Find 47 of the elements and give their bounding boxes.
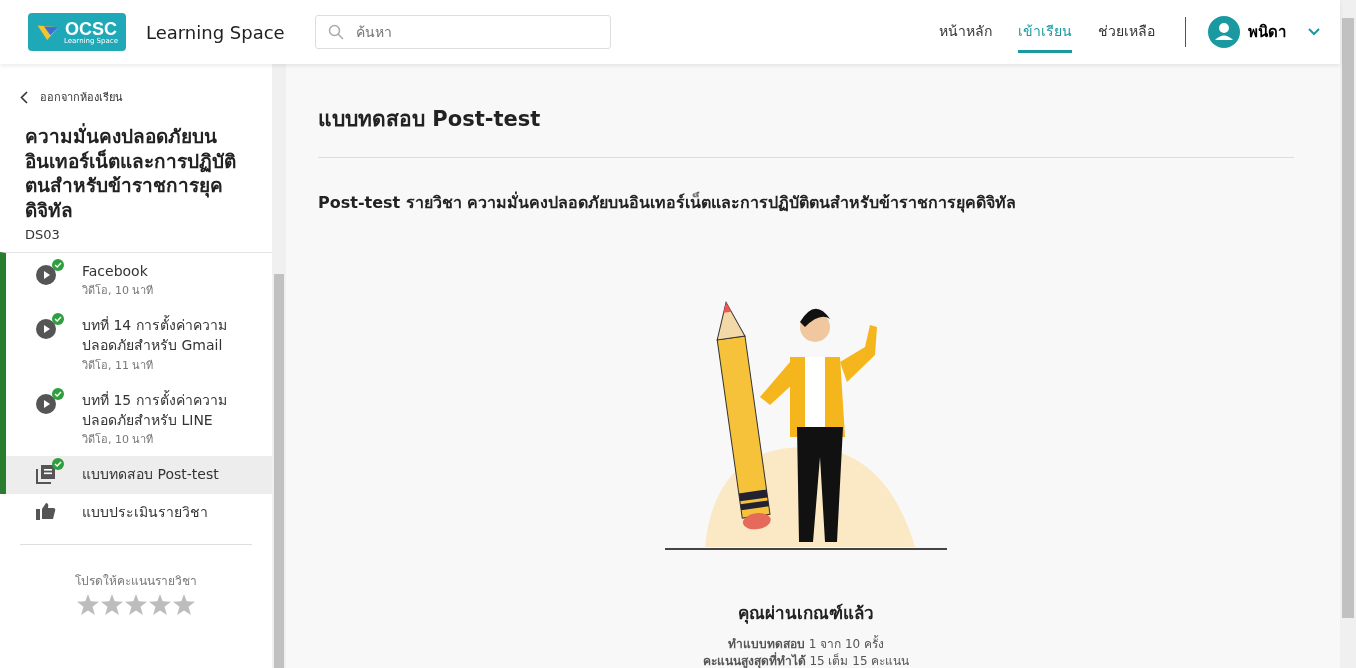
thumbs-up-icon bbox=[36, 502, 56, 521]
document-icon bbox=[36, 464, 56, 485]
lesson-title: แบบประเมินรายวิชา bbox=[82, 503, 208, 523]
lesson-title: บทที่ 14 การตั้งค่าความปลอดภัยสำหรับ Gmail bbox=[82, 315, 228, 356]
lesson-title: แบบทดสอบ Post-test bbox=[82, 465, 219, 485]
search-icon bbox=[327, 24, 344, 40]
chevron-left-icon bbox=[20, 90, 28, 104]
check-icon bbox=[52, 387, 64, 400]
sidebar-scrollbar[interactable] bbox=[272, 64, 286, 668]
course-code: DS03 bbox=[25, 226, 61, 242]
lesson-meta: วิดีโอ, 10 นาที bbox=[82, 283, 154, 300]
star-rating[interactable] bbox=[77, 594, 195, 616]
nav-link[interactable]: ช่วยเหลือ bbox=[1098, 11, 1155, 53]
lesson-title: Facebook bbox=[82, 261, 149, 281]
avatar-icon bbox=[1208, 16, 1240, 48]
result-line: คะแนนสูงสุดที่ทำได้ 15 เต็ม 15 คะแนน bbox=[702, 652, 910, 668]
play-icon bbox=[36, 393, 56, 414]
back-link[interactable]: ออกจากห้องเรียน bbox=[20, 88, 252, 106]
rating-prompt: โปรดให้คะแนนรายวิชา bbox=[75, 573, 197, 591]
lesson-item[interactable]: แบบทดสอบ Post-test bbox=[0, 456, 272, 495]
result-line: ทำแบบทดสอบ 1 จาก 10 ครั้ง bbox=[727, 636, 885, 652]
lesson-item[interactable]: แบบประเมินรายวิชา bbox=[0, 494, 272, 533]
course-title: ความมั่นคงปลอดภัยบนอินเทอร์เน็ตและการปฏิบัติตนสำหรับข้าราชการยุคดิจิทัล bbox=[25, 124, 237, 223]
lesson-meta: วิดีโอ, 11 นาที bbox=[82, 357, 155, 374]
check-icon bbox=[52, 313, 64, 326]
check-icon bbox=[52, 458, 64, 471]
star-icon[interactable] bbox=[173, 594, 195, 616]
play-icon bbox=[36, 264, 56, 285]
quiz-subtitle: Post-test รายวิชา ความมั่นคงปลอดภัยบนอินเทอร์เน็ตและการปฏิบัติตนสำหรับข้าราชการยุคดิจิทัล bbox=[318, 190, 1018, 215]
check-icon bbox=[52, 258, 64, 271]
page-title: แบบทดสอบ Post-test bbox=[318, 106, 542, 133]
lesson-title: บทที่ 15 การตั้งค่าความปลอดภัยสำหรับ LINE bbox=[82, 389, 228, 430]
nav-link[interactable]: หน้าหลัก bbox=[939, 11, 992, 53]
search-field[interactable]: ค้นหา bbox=[314, 15, 611, 49]
nav-link[interactable]: เข้าเรียน bbox=[1018, 11, 1072, 53]
logo-title: OCSC bbox=[64, 19, 117, 38]
user-menu[interactable]: พนิดา bbox=[1208, 16, 1320, 48]
page-scrollbar[interactable] bbox=[1340, 0, 1356, 668]
result-heading: คุณผ่านเกณฑ์แล้ว bbox=[738, 602, 874, 626]
star-icon[interactable] bbox=[101, 594, 123, 616]
site-name: Learning Space bbox=[145, 21, 285, 43]
star-icon[interactable] bbox=[77, 594, 99, 616]
chevron-down-icon bbox=[1308, 28, 1320, 36]
star-icon[interactable] bbox=[149, 594, 171, 616]
star-icon[interactable] bbox=[125, 594, 147, 616]
lesson-meta: วิดีโอ, 10 นาที bbox=[82, 432, 155, 449]
play-icon bbox=[36, 319, 56, 340]
